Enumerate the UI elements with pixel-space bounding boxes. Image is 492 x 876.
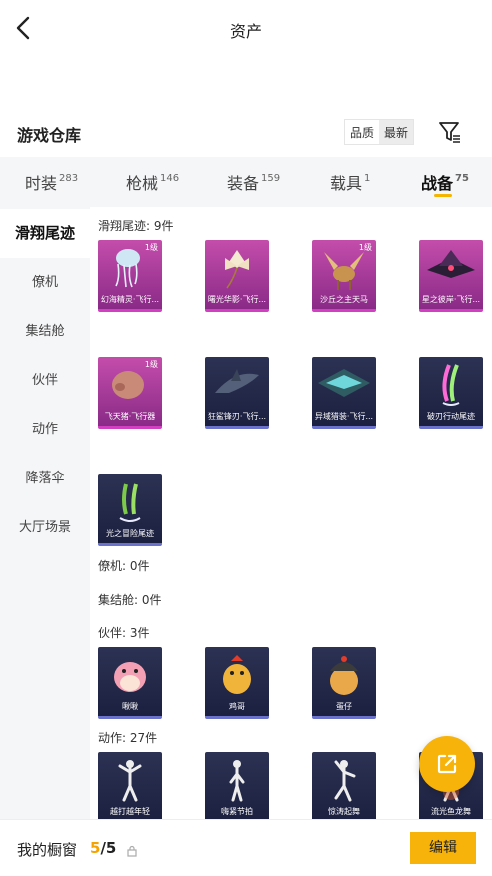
item-card[interactable]: 异域猎装·飞行...	[312, 357, 376, 429]
color-trail-icon	[442, 364, 460, 406]
sidebar-item-capsule[interactable]: 集结舱	[0, 307, 90, 356]
sidebar-item-wingman[interactable]: 僚机	[0, 258, 90, 307]
sidebar: 滑翔尾迹 僚机 集结舱 伙伴 动作 降落伞 大厅场景	[0, 207, 90, 819]
dark-aircraft-icon	[427, 250, 475, 278]
edit-button[interactable]: 编辑	[410, 832, 476, 864]
item-name: 幻海精灵·飞行...	[100, 295, 160, 304]
item-card[interactable]: 星之彼岸·飞行...	[419, 240, 483, 312]
tab-label: 战备	[421, 174, 454, 193]
section-action: 动作: 27件	[98, 731, 158, 745]
item-card[interactable]: 蛋仔	[312, 647, 376, 719]
item-level: 1级	[144, 243, 158, 252]
item-name: 星之彼岸·飞行...	[421, 295, 481, 304]
filter-icon[interactable]	[438, 120, 462, 144]
section-capsule: 集结舱: 0件	[98, 593, 162, 607]
tab-count: 75	[455, 172, 469, 184]
item-card[interactable]: 1级 沙丘之主天马	[312, 240, 376, 312]
section-wingman: 僚机: 0件	[98, 559, 150, 573]
item-card[interactable]: 惊涛起舞	[312, 752, 376, 819]
item-name: 鸡哥	[229, 702, 245, 711]
lock-icon	[126, 842, 138, 857]
item-name: 异域猎装·飞行...	[314, 412, 374, 421]
flower-icon	[225, 250, 249, 289]
tab-label: 枪械	[126, 174, 159, 193]
sidebar-item-glide-trail[interactable]: 滑翔尾迹	[0, 209, 90, 258]
tab-label: 装备	[227, 174, 260, 193]
item-name: 破刃行动尾迹	[427, 412, 475, 421]
sort-latest-button[interactable]: 最新	[379, 120, 414, 144]
item-card[interactable]: 狂鲨锋刃·飞行...	[205, 357, 269, 429]
sidebar-item-parachute[interactable]: 降落伞	[0, 454, 90, 503]
item-name: 嗨紧节拍	[221, 807, 253, 816]
item-card[interactable]: 光之冒险尾迹	[98, 474, 162, 546]
item-card[interactable]: 1级 幻海精灵·飞行...	[98, 240, 162, 312]
item-card[interactable]: 嗨紧节拍	[205, 752, 269, 819]
section-partner: 伙伴: 3件	[98, 626, 150, 640]
top-bar: 资产	[0, 0, 492, 58]
showcase-label: 我的橱窗	[17, 841, 78, 859]
sort-toggle: 品质 最新	[344, 119, 415, 145]
tab-count: 146	[160, 172, 180, 184]
tab-count: 1	[364, 172, 371, 184]
category-tabs: 时装 283 枪械 146 装备 159 载具 1 战备 75	[0, 157, 492, 207]
showcase-total: /5	[100, 839, 117, 857]
share-fab-button[interactable]	[419, 736, 475, 792]
item-card[interactable]: 越打越年轻	[98, 752, 162, 819]
tab-weapons[interactable]: 枪械 146	[126, 170, 179, 194]
item-card[interactable]: 鸡哥	[205, 647, 269, 719]
showcase-count: 5/5	[90, 839, 116, 857]
item-name: 流光鱼龙舞	[431, 807, 471, 816]
item-name: 光之冒险尾迹	[106, 529, 154, 538]
warehouse-header: 游戏仓库 品质 最新	[0, 112, 492, 152]
tab-label: 时装	[25, 174, 58, 193]
item-name: 蛋仔	[336, 702, 352, 711]
dancer-icon	[118, 760, 142, 802]
item-name: 啾啾	[122, 702, 138, 711]
tab-vehicles[interactable]: 载具 1	[330, 170, 370, 194]
chicken-icon	[223, 655, 251, 694]
green-trail-icon	[119, 483, 141, 522]
tab-count: 159	[261, 172, 281, 184]
dancer-icon	[229, 760, 245, 802]
sort-quality-button[interactable]: 品质	[345, 120, 379, 144]
page-title: 资产	[229, 22, 262, 41]
item-name: 惊涛起舞	[328, 807, 360, 816]
sidebar-item-partner[interactable]: 伙伴	[0, 356, 90, 405]
tab-equipment[interactable]: 装备 159	[227, 170, 280, 194]
tab-label: 载具	[330, 174, 363, 193]
item-name: 沙丘之主天马	[320, 295, 368, 304]
section-glide-trail: 滑翔尾迹: 9件	[98, 219, 174, 233]
exotic-aircraft-icon	[318, 369, 370, 397]
egg-knight-icon	[330, 656, 358, 695]
showcase-current: 5	[90, 839, 101, 857]
item-name: 越打越年轻	[110, 807, 150, 816]
sidebar-item-action[interactable]: 动作	[0, 405, 90, 454]
item-list: 滑翔尾迹: 9件 1级 幻海精灵·飞行... 曙光华影·飞行... 1级 沙丘之…	[90, 207, 492, 819]
shark-jet-icon	[215, 369, 259, 393]
item-card[interactable]: 曙光华影·飞行...	[205, 240, 269, 312]
item-name: 狂鲨锋刃·飞行...	[207, 412, 267, 421]
item-level: 1级	[144, 360, 158, 369]
dancer-icon	[334, 760, 356, 802]
warehouse-title: 游戏仓库	[17, 126, 82, 145]
external-link-icon	[437, 754, 457, 774]
item-card[interactable]: 1级 飞天猪·飞行器	[98, 357, 162, 429]
active-tab-indicator	[434, 194, 452, 197]
pink-chick-icon	[114, 662, 146, 692]
tab-fashion[interactable]: 时装 283	[25, 170, 78, 194]
showcase-bar: 我的橱窗 5/5 编辑	[0, 819, 492, 876]
item-card[interactable]: 破刃行动尾迹	[419, 357, 483, 429]
tab-count: 283	[59, 172, 79, 184]
tab-battle-gear[interactable]: 战备 75	[421, 170, 469, 194]
item-card[interactable]: 啾啾	[98, 647, 162, 719]
sidebar-item-lobby-scene[interactable]: 大厅场景	[0, 503, 90, 552]
item-name: 飞天猪·飞行器	[104, 412, 156, 421]
item-name: 曙光华影·飞行...	[207, 295, 267, 304]
item-level: 1级	[358, 243, 372, 252]
